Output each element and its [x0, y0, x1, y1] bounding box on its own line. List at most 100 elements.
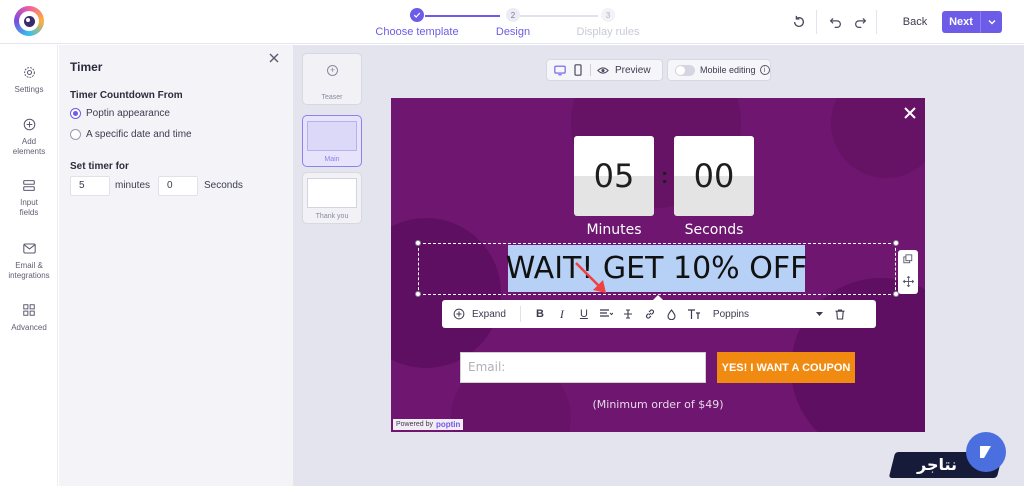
step-display-rules[interactable]: 3 Display rules [570, 8, 646, 38]
expand-button[interactable]: Expand [472, 309, 506, 320]
rail-item-label: Add elements [12, 137, 46, 156]
plus-icon: + [327, 65, 338, 76]
italic-icon[interactable]: I [551, 303, 573, 325]
mobile-icon[interactable] [569, 61, 587, 79]
popup-preview: 05 : 00 Minutes Seconds WAIT! GET 10% OF… [391, 98, 925, 432]
resize-handle[interactable] [415, 291, 421, 297]
bold-icon[interactable]: B [529, 303, 551, 325]
radio-label: A specific date and time [86, 129, 192, 140]
timer-settings-panel: Timer Timer Countdown From Poptin appear… [59, 45, 293, 486]
move-icon[interactable] [902, 275, 914, 290]
coupon-cta-button[interactable]: YES! I WANT A COUPON [717, 352, 855, 383]
rail-item-input-fields[interactable]: Input fields [0, 178, 58, 218]
rail-item-settings[interactable]: Settings [0, 65, 58, 95]
close-icon[interactable] [269, 50, 283, 64]
rail-item-label: Input fields [19, 198, 39, 217]
timer-colon: : [661, 163, 669, 188]
preview-button[interactable]: Preview [615, 65, 651, 76]
device-preview-bar: Preview [546, 59, 663, 81]
divider [590, 64, 591, 76]
link-icon[interactable] [639, 303, 661, 325]
seconds-label: Seconds [204, 180, 243, 191]
color-drop-icon[interactable] [661, 303, 683, 325]
grid-icon [22, 303, 36, 317]
strikethrough-icon[interactable] [617, 303, 639, 325]
resize-handle[interactable] [893, 240, 899, 246]
timer-seconds-box[interactable]: 00 [674, 136, 754, 216]
panel-title: Timer [70, 60, 103, 74]
poptin-logo[interactable] [14, 6, 44, 36]
step-thumbnails: + Teaser Main Thank you [302, 53, 366, 225]
caret-down-icon [815, 309, 823, 320]
left-nav-rail: Settings Add elements Input fields Email… [0, 45, 58, 486]
annotation-arrow-icon [575, 262, 606, 293]
minimum-order-note[interactable]: (Minimum order of $49) [391, 398, 925, 411]
set-timer-title: Set timer for [70, 161, 129, 172]
next-button[interactable]: Next [942, 11, 1002, 33]
back-button[interactable]: Back [894, 12, 936, 32]
top-bar: Choose template 2 Design 3 Display rules… [0, 0, 1024, 44]
underline-icon[interactable]: U [573, 303, 595, 325]
element-side-tools [898, 250, 918, 294]
thumbnail-label: Main [324, 156, 340, 163]
radio-label: Poptin appearance [86, 108, 170, 119]
seconds-input[interactable]: 0 [158, 176, 198, 196]
countdown-section-title: Timer Countdown From [70, 90, 183, 101]
powered-by-badge[interactable]: Powered by poptin [393, 419, 464, 430]
envelope-icon [22, 241, 36, 255]
powered-by-label: Powered by [396, 421, 433, 428]
rail-item-label: Email & integrations [8, 261, 50, 280]
divider [519, 306, 521, 322]
rail-item-advanced[interactable]: Advanced [0, 303, 58, 333]
timer-seconds-label: Seconds [684, 222, 744, 238]
minutes-label: minutes [115, 180, 151, 191]
text-size-icon[interactable] [683, 303, 705, 325]
radio-button[interactable] [70, 129, 81, 140]
step-label: Design [495, 26, 531, 38]
desktop-icon[interactable] [551, 61, 569, 79]
thumbnail-preview [307, 178, 357, 208]
redo-icon[interactable] [851, 13, 869, 31]
watermark-badge-icon [966, 432, 1006, 472]
trash-icon[interactable] [829, 303, 851, 325]
step-label: Choose template [375, 26, 459, 38]
email-input[interactable]: Email: [460, 352, 706, 383]
eye-icon[interactable] [594, 61, 612, 79]
duplicate-icon[interactable] [903, 254, 913, 267]
headline-text[interactable]: WAIT! GET 10% OFF [506, 245, 807, 292]
next-button-label: Next [949, 16, 973, 28]
step-label: Display rules [576, 26, 640, 38]
thumbnail-thank-you[interactable]: Thank you [302, 172, 362, 224]
minutes-input[interactable]: 5 [70, 176, 110, 196]
poptin-brand: poptin [435, 420, 461, 429]
timer-minutes-label: Minutes [586, 222, 642, 238]
thumbnail-main[interactable]: Main [302, 115, 362, 167]
rail-item-add-elements[interactable]: Add elements [0, 117, 58, 157]
thumbnail-teaser[interactable]: + Teaser [302, 53, 362, 105]
thumbnail-label: Thank you [315, 213, 349, 220]
chevron-down-icon[interactable] [980, 11, 1002, 33]
reset-icon[interactable] [790, 13, 808, 31]
timer-minutes-box[interactable]: 05 [574, 136, 654, 216]
undo-icon[interactable] [826, 13, 844, 31]
check-icon [410, 8, 424, 22]
mobile-editing-toggle[interactable] [675, 64, 695, 76]
plus-circle-icon[interactable] [448, 303, 470, 325]
divider [876, 10, 877, 34]
step-design[interactable]: 2 Design [488, 8, 538, 38]
resize-handle[interactable] [415, 240, 421, 246]
step-choose-template[interactable]: Choose template [370, 8, 464, 38]
popup-close-icon[interactable] [902, 105, 918, 121]
rail-item-email-integrations[interactable]: Email & integrations [0, 241, 58, 281]
radio-specific-date[interactable]: A specific date and time [70, 129, 192, 140]
radio-button-selected[interactable] [70, 108, 81, 119]
text-format-toolbar: Expand B I U Poppins [442, 300, 876, 328]
radio-poptin-appearance[interactable]: Poptin appearance [70, 108, 170, 119]
rail-item-label: Settings [14, 85, 44, 94]
info-icon[interactable]: i [759, 65, 770, 75]
step-number: 2 [506, 8, 520, 22]
rail-item-label: Advanced [11, 323, 47, 332]
align-icon[interactable] [595, 303, 617, 325]
gear-icon [22, 65, 36, 79]
font-family-select[interactable]: Poppins [713, 309, 823, 320]
